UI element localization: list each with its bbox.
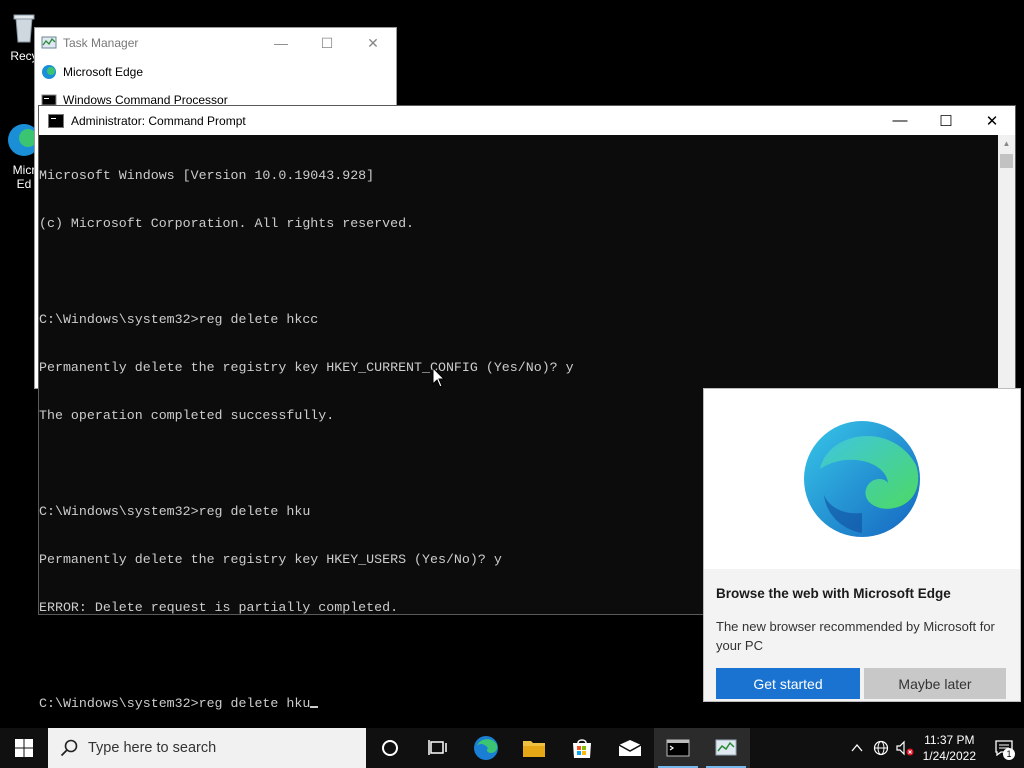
folder-icon (523, 741, 545, 757)
cortana-button[interactable] (366, 728, 414, 768)
mail-icon (618, 740, 642, 756)
command-prompt-title: Administrator: Command Prompt (71, 113, 246, 128)
action-center-button[interactable]: 1 (984, 740, 1024, 760)
scrollbar-thumb[interactable] (1000, 154, 1013, 168)
minimize-button[interactable]: — (258, 35, 304, 52)
taskbar-store-button[interactable] (558, 728, 606, 768)
notification-count-badge: 1 (1003, 748, 1015, 760)
close-button[interactable]: ✕ (350, 35, 396, 52)
console-line: Microsoft Windows [Version 10.0.19043.92… (39, 168, 375, 183)
command-prompt-titlebar[interactable]: Administrator: Command Prompt — ☐ ✕ (39, 106, 1015, 135)
network-button[interactable] (869, 740, 893, 756)
console-input[interactable]: C:\Windows\system32>reg delete hku (39, 696, 310, 711)
clock-date: 1/24/2022 (922, 749, 976, 763)
network-globe-icon (873, 740, 888, 756)
cortana-circle-icon (382, 740, 398, 756)
scroll-up-arrow-icon[interactable]: ▲ (998, 135, 1015, 152)
minimize-button[interactable]: — (877, 106, 923, 135)
maximize-button[interactable]: ☐ (304, 35, 350, 52)
search-icon (60, 739, 78, 757)
task-manager-icon (41, 36, 57, 49)
taskbar-file-explorer-button[interactable] (510, 728, 558, 768)
volume-button[interactable] (893, 740, 917, 756)
task-view-icon (428, 740, 447, 755)
taskbar: Type here to search 11:37 PM 1/24/2022 1 (0, 728, 1024, 768)
taskbar-edge-button[interactable] (462, 728, 510, 768)
edge-icon (474, 736, 498, 760)
search-placeholder: Type here to search (88, 740, 217, 756)
taskbar-task-manager-button[interactable] (702, 728, 750, 768)
maximize-button[interactable]: ☐ (923, 106, 969, 135)
edge-promo-dialog: Browse the web with Microsoft Edge The n… (703, 388, 1021, 702)
get-started-button[interactable]: Get started (716, 668, 860, 699)
close-button[interactable]: ✕ (969, 106, 1015, 135)
console-line: (c) Microsoft Corporation. All rights re… (39, 216, 415, 231)
task-manager-item-label: Microsoft Edge (63, 65, 144, 79)
taskbar-search-box[interactable]: Type here to search (48, 728, 366, 768)
store-icon (573, 739, 591, 758)
mouse-pointer-icon (432, 367, 446, 388)
task-manager-title: Task Manager (63, 36, 139, 50)
promo-title: Browse the web with Microsoft Edge (716, 586, 951, 601)
chevron-up-icon (851, 743, 863, 752)
clock-time: 11:37 PM (924, 733, 975, 747)
command-prompt-icon (666, 739, 690, 757)
show-hidden-icons-button[interactable] (845, 743, 869, 753)
task-view-button[interactable] (414, 728, 462, 768)
edge-logo-icon (804, 421, 920, 537)
promo-description: The new browser recommended by Microsoft… (716, 619, 995, 653)
system-tray: 11:37 PM 1/24/2022 1 (845, 728, 1024, 768)
console-line: Permanently delete the registry key HKEY… (39, 360, 574, 375)
text-cursor (310, 706, 319, 708)
volume-muted-icon (896, 740, 914, 756)
maybe-later-button[interactable]: Maybe later (864, 668, 1006, 699)
console-line: C:\Windows\system32>reg delete hkcc (39, 312, 319, 327)
task-manager-row-edge[interactable]: Microsoft Edge (35, 58, 396, 86)
taskbar-command-prompt-button[interactable] (654, 728, 702, 768)
edge-icon (42, 65, 56, 79)
promo-hero (704, 389, 1020, 569)
taskbar-mail-button[interactable] (606, 728, 654, 768)
clock[interactable]: 11:37 PM 1/24/2022 (923, 732, 976, 764)
task-manager-icon (715, 739, 737, 756)
task-manager-titlebar[interactable]: Task Manager — ☐ ✕ (35, 28, 396, 58)
command-prompt-icon (48, 113, 64, 128)
start-button[interactable] (0, 728, 48, 768)
windows-logo-icon (15, 739, 33, 757)
